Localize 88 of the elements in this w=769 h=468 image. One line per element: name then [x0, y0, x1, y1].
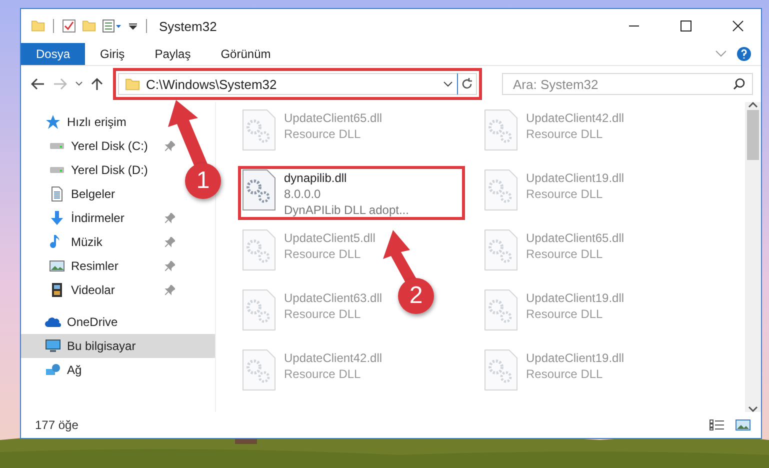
address-bar[interactable]: C:\Windows\System32 [118, 73, 457, 95]
file-name: UpdateClient5.dll [284, 231, 376, 245]
file-detail: Resource DLL [526, 187, 604, 201]
sidebar-item[interactable]: Bu bilgisayar [21, 334, 215, 358]
file-detail: Resource DLL [284, 367, 362, 381]
back-button[interactable] [31, 78, 45, 90]
file-name: UpdateClient19.dll [526, 291, 624, 305]
sidebar-item[interactable]: Resimler [21, 254, 181, 278]
ribbon-tab[interactable]: Görünüm [206, 43, 286, 65]
gear-file-icon [242, 169, 276, 211]
up-button[interactable] [91, 77, 103, 91]
file-name: UpdateClient65.dll [284, 111, 382, 125]
gear-file-icon [242, 229, 276, 271]
chevron-down-icon[interactable] [443, 80, 453, 88]
pin-icon[interactable] [165, 237, 175, 247]
file-detail: 8.0.0.0 [284, 187, 322, 201]
download-arrow-icon [49, 210, 65, 226]
item-count: 177 öğe [35, 418, 80, 432]
file-name: UpdateClient19.dll [526, 351, 624, 365]
file-detail: Resource DLL [284, 127, 362, 141]
help-icon[interactable] [737, 47, 751, 61]
minimize-icon [628, 25, 640, 27]
gear-file-icon [484, 229, 518, 271]
gear-file-icon [242, 289, 276, 331]
file-detail: Resource DLL [526, 307, 604, 321]
recent-dropdown-button[interactable] [75, 81, 83, 87]
network-icon [45, 362, 61, 378]
ribbon-tab[interactable]: Dosya [21, 43, 86, 65]
sidebar-item[interactable]: Yerel Disk (C:) [21, 134, 181, 158]
gear-file-icon [484, 109, 518, 151]
sidebar-item[interactable]: Müzik [21, 230, 181, 254]
pin-icon[interactable] [165, 141, 175, 151]
dropdown-icon[interactable] [128, 21, 138, 31]
checklist-icon[interactable] [62, 19, 76, 33]
scroll-up-icon[interactable] [748, 102, 758, 108]
refresh-icon [461, 78, 473, 90]
gear-file-icon [484, 169, 518, 211]
file-name: UpdateClient63.dll [284, 291, 382, 305]
film-icon [49, 282, 65, 298]
file-detail: Resource DLL [526, 127, 604, 141]
scroll-thumb[interactable] [747, 110, 759, 160]
file-detail: DynAPILib DLL adopt... [284, 203, 409, 217]
sidebar-item[interactable]: OneDrive [21, 310, 161, 334]
properties-icon[interactable] [102, 19, 122, 33]
file-detail: Resource DLL [526, 247, 604, 261]
file-name: dynapilib.dll [284, 171, 348, 185]
refresh-button[interactable] [457, 73, 477, 95]
file-detail: Resource DLL [526, 367, 604, 381]
drive-icon [49, 166, 65, 174]
close-icon [732, 20, 744, 32]
pin-icon[interactable] [165, 261, 175, 271]
details-view-icon[interactable] [709, 419, 725, 431]
scroll-down-icon[interactable] [748, 406, 758, 412]
file-name: UpdateClient19.dll [526, 171, 624, 185]
image-icon [49, 258, 65, 274]
sidebar-item[interactable]: Yerel Disk (D:) [21, 158, 181, 182]
file-detail: Resource DLL [284, 307, 362, 321]
file-name: UpdateClient42.dll [526, 111, 624, 125]
ribbon-tab[interactable]: Paylaş [140, 43, 206, 65]
window-title: System32 [159, 18, 218, 34]
folder-icon [31, 20, 45, 32]
ribbon-tab[interactable]: Giriş [85, 43, 140, 65]
star-icon [45, 114, 61, 130]
gear-file-icon [484, 349, 518, 391]
sidebar-item[interactable]: Hızlı erişim [21, 110, 161, 134]
sidebar-item[interactable]: Videolar [21, 278, 181, 302]
pin-icon[interactable] [165, 285, 175, 295]
large-icons-view-icon[interactable] [735, 419, 751, 431]
drive-icon [49, 142, 65, 150]
sidebar-item[interactable]: Belgeler [21, 182, 181, 206]
file-name: UpdateClient42.dll [284, 351, 382, 365]
document-icon [49, 186, 65, 202]
sidebar-item[interactable]: Ağ [21, 358, 161, 382]
folder-icon [125, 78, 140, 90]
monitor-icon [45, 338, 61, 354]
highlighted-file-item[interactable]: dynapilib.dll 8.0.0.0 DynAPILib DLL adopt... [238, 166, 465, 220]
new-folder-icon [82, 20, 96, 32]
pin-icon[interactable] [165, 213, 175, 223]
file-detail: Resource DLL [284, 247, 362, 261]
search-field[interactable]: Ara: System32 [502, 73, 753, 95]
search-icon [733, 78, 745, 90]
file-name: UpdateClient65.dll [526, 231, 624, 245]
gear-file-icon [242, 349, 276, 391]
sidebar-item[interactable]: İndirmeler [21, 206, 181, 230]
scrollbar[interactable] [745, 102, 761, 412]
gear-file-icon [484, 289, 518, 331]
maximize-icon [680, 20, 692, 32]
gear-file-icon [242, 109, 276, 151]
